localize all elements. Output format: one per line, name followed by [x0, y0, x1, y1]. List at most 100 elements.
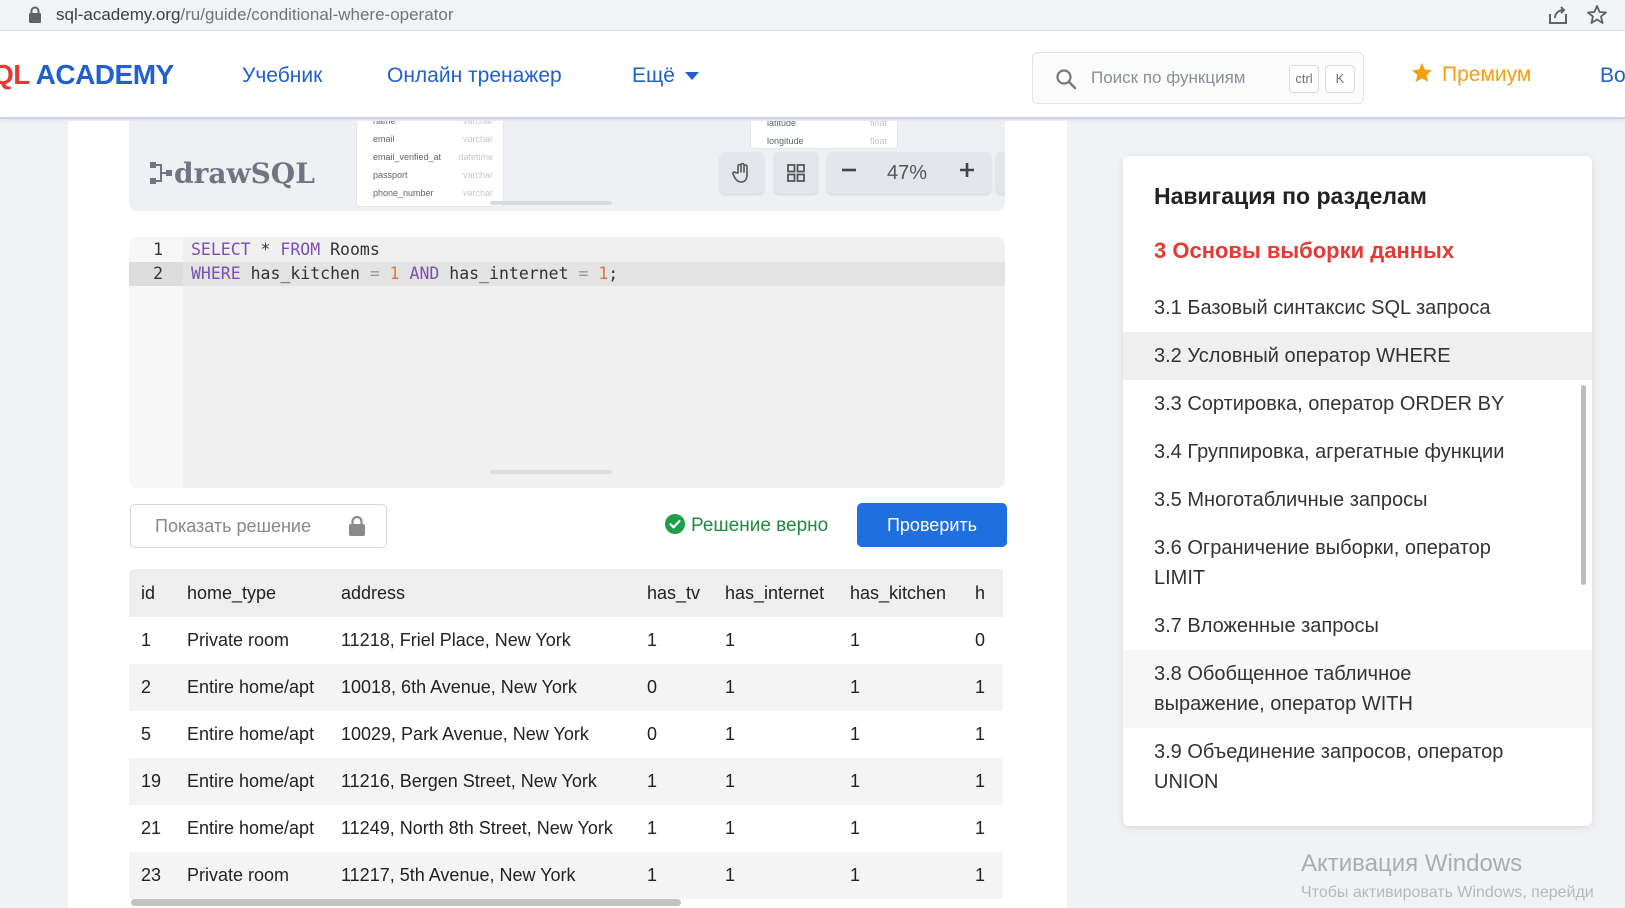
zoom-control: 47%	[827, 152, 991, 194]
nav-item-3-1[interactable]: 3.1 Базовый синтаксис SQL запроса	[1123, 284, 1592, 332]
result-table[interactable]: id home_type address has_tv has_internet…	[129, 569, 1005, 908]
nav-item-3-7[interactable]: 3.7 Вложенные запросы	[1123, 602, 1592, 650]
editor-line[interactable]: 1 SELECT * FROM Rooms	[129, 238, 1005, 262]
fullscreen-button[interactable]	[996, 152, 1005, 194]
table-cell: 1	[713, 805, 838, 852]
nav-item-3-8[interactable]: 3.8 Обобщенное табличное выражение, опера…	[1123, 650, 1592, 728]
show-solution-button[interactable]: Показать решение	[130, 504, 387, 548]
zoom-level: 47%	[886, 161, 928, 184]
line-number: 2	[129, 262, 183, 286]
table-cell: 1	[713, 664, 838, 711]
nav-more-dropdown[interactable]: Ещё	[632, 64, 699, 88]
table-cell: 1	[713, 711, 838, 758]
column-header: id	[129, 569, 175, 617]
table-cell: 11249, North 8th Street, New York	[329, 805, 635, 852]
table-cell: 19	[129, 758, 175, 805]
diagram-scrollbar[interactable]	[490, 201, 612, 205]
table-cell: 11216, Bergen Street, New York	[329, 758, 635, 805]
table-cell: 11218, Friel Place, New York	[329, 617, 635, 664]
table-cell: 1	[635, 852, 713, 899]
table-cell: 1	[838, 711, 963, 758]
table-cell: 0	[963, 617, 1003, 664]
bookmark-star-icon[interactable]	[1585, 3, 1609, 27]
column-header: has_kitchen	[838, 569, 963, 617]
grid-tool-button[interactable]	[774, 152, 818, 194]
table-cell: 1	[963, 711, 1003, 758]
editor-line-active[interactable]: 2 WHERE has_kitchen = 1 AND has_internet…	[129, 262, 1005, 286]
schema-field: email varchar	[373, 134, 493, 144]
table-cell: 1	[963, 805, 1003, 852]
url-text[interactable]: sql-academy.org/ru/guide/conditional-whe…	[56, 5, 454, 25]
table-cell: 1	[838, 758, 963, 805]
search-input[interactable]: Поиск по функциям ctrl K	[1032, 52, 1364, 104]
nav-trainer-link[interactable]: Онлайн тренажер	[387, 64, 562, 88]
table-row: 23 Private room 11217, 5th Avenue, New Yor…	[129, 852, 1003, 899]
editor-scrollbar[interactable]	[490, 470, 612, 474]
table-cell: 5	[129, 711, 175, 758]
schema-field: email_verified_at datetime	[373, 152, 493, 162]
schema-table-right: latitude float longitude float	[750, 121, 898, 149]
table-cell: 1	[635, 617, 713, 664]
schema-field: latitude float	[767, 121, 887, 128]
nav-item-3-9[interactable]: 3.9 Объединение запросов, оператор UNION	[1123, 728, 1592, 806]
table-cell: 1	[838, 805, 963, 852]
sql-editor[interactable]: 1 SELECT * FROM Rooms 2 WHERE has_kitche…	[129, 237, 1005, 488]
search-icon	[1056, 69, 1077, 90]
premium-link[interactable]: Премиум	[1410, 61, 1531, 87]
pan-tool-button[interactable]	[720, 152, 764, 194]
lock-icon	[29, 6, 41, 23]
line-number: 1	[153, 240, 163, 259]
zoom-in-button[interactable]	[943, 161, 991, 185]
nav-item-3-5[interactable]: 3.5 Многотабличные запросы	[1123, 476, 1592, 524]
table-cell: 1	[635, 805, 713, 852]
hand-icon	[732, 162, 748, 183]
login-link[interactable]: Во	[1600, 64, 1625, 88]
main-content: name varchar email varchar email_verified_…	[68, 121, 1067, 908]
nav-tutorial-link[interactable]: Учебник	[242, 64, 322, 88]
kbd-ctrl: ctrl	[1289, 65, 1319, 93]
schema-field: name varchar	[373, 121, 493, 126]
table-cell: 1	[963, 664, 1003, 711]
windows-activation-title: Активация Windows	[1301, 850, 1523, 877]
grid-icon	[787, 164, 805, 182]
check-button[interactable]: Проверить	[857, 503, 1007, 547]
nav-item-3-4[interactable]: 3.4 Группировка, агрегатные функции	[1123, 428, 1592, 476]
share-icon[interactable]	[1546, 4, 1570, 26]
schema-diagram[interactable]: name varchar email varchar email_verified_…	[129, 121, 1005, 211]
nav-item-3-3[interactable]: 3.3 Сортировка, оператор ORDER BY	[1123, 380, 1592, 428]
search-placeholder: Поиск по функциям	[1091, 68, 1246, 87]
table-cell: 23	[129, 852, 175, 899]
table-cell: 1	[838, 852, 963, 899]
drawsql-logo: drawSQL	[148, 157, 315, 190]
table-cell: Entire home/apt	[175, 711, 329, 758]
table-row: 5 Entire home/apt 10029, Park Avenue, New …	[129, 711, 1003, 758]
plus-icon	[960, 163, 974, 177]
browser-address-bar[interactable]: sql-academy.org/ru/guide/conditional-whe…	[0, 0, 1625, 31]
site-header: QL ACADEMY Учебник Онлайн тренажер Ещё П…	[0, 31, 1625, 119]
table-cell: 1	[129, 617, 175, 664]
column-header: has_tv	[635, 569, 713, 617]
schema-table-left: name varchar email varchar email_verified_…	[356, 121, 504, 207]
table-row: 1 Private room 11218, Friel Place, New Yor…	[129, 617, 1003, 664]
sidebar-scrollbar[interactable]	[1581, 385, 1586, 585]
zoom-out-button[interactable]	[827, 161, 871, 185]
table-cell: 10029, Park Avenue, New York	[329, 711, 635, 758]
nav-item-3-6[interactable]: 3.6 Ограничение выборки, оператор LIMIT	[1123, 524, 1592, 602]
column-header: has_internet	[713, 569, 838, 617]
windows-activation-subtitle: Чтобы активировать Windows, перейди	[1301, 884, 1594, 901]
check-circle-icon	[665, 514, 685, 534]
table-horizontal-scrollbar[interactable]	[131, 899, 681, 906]
table-row: 2 Entire home/apt 10018, 6th Avenue, New Y…	[129, 664, 1003, 711]
column-header: h	[963, 569, 1003, 617]
table-cell: 21	[129, 805, 175, 852]
site-logo[interactable]: QL ACADEMY	[0, 59, 174, 91]
current-section-link[interactable]: 3 Основы выборки данных	[1154, 238, 1454, 264]
section-navigation: Навигация по разделам 3 Основы выборки д…	[1123, 156, 1592, 826]
table-cell: 10018, 6th Avenue, New York	[329, 664, 635, 711]
table-cell: 0	[635, 711, 713, 758]
minus-icon	[842, 168, 856, 172]
drawsql-logo-icon	[150, 162, 172, 184]
caret-down-icon	[684, 72, 699, 81]
nav-item-3-2[interactable]: 3.2 Условный оператор WHERE	[1123, 332, 1592, 380]
table-cell: 1	[713, 758, 838, 805]
